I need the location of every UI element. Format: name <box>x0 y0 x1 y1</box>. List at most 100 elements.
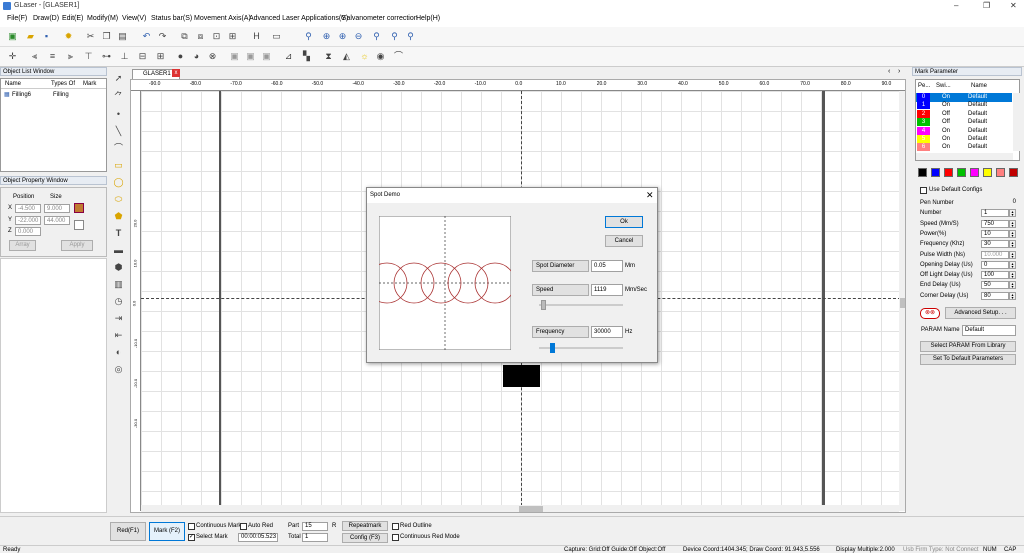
polygon-tool-icon[interactable]: ⬟ <box>112 210 125 223</box>
param-spinner-icon[interactable]: ▴ ▾ <box>1009 219 1016 228</box>
zoom-select-icon[interactable]: ⚲ <box>388 30 401 43</box>
cut-icon[interactable]: ✂ <box>84 30 97 43</box>
move-icon[interactable]: ✛ <box>6 50 19 63</box>
col-pen-name[interactable]: Name <box>971 83 987 89</box>
zoom-out-icon[interactable]: ⊖ <box>352 30 365 43</box>
param-field[interactable]: 750 <box>981 219 1009 228</box>
reset-part-label[interactable]: R <box>332 523 336 529</box>
break-icon[interactable]: ⊞ <box>226 30 239 43</box>
point-tool-icon[interactable]: • <box>112 108 125 121</box>
bitmap-tool-icon[interactable]: ▬ <box>112 244 125 257</box>
total-field[interactable]: 1 <box>302 533 328 542</box>
cancel-button[interactable]: Cancel <box>605 235 643 247</box>
undo-icon[interactable]: ↶ <box>140 30 153 43</box>
line-tool-icon[interactable]: ╲ <box>112 125 125 138</box>
copy-icon[interactable]: ❐ <box>100 30 113 43</box>
red-button[interactable]: Red(F1) <box>110 522 146 541</box>
settings-icon[interactable]: ✹ <box>62 30 75 43</box>
zoom-fit-icon[interactable]: ⚲ <box>370 30 383 43</box>
color-swatch[interactable] <box>996 168 1005 177</box>
open-icon[interactable]: ▰ <box>24 30 37 43</box>
param-field[interactable]: 10.000 <box>981 250 1009 259</box>
menu-edit[interactable]: Edit(E) <box>62 15 83 22</box>
align-left-icon[interactable]: ⫷ <box>28 50 41 63</box>
node-icon[interactable]: ● <box>174 50 187 63</box>
param-field[interactable]: 10 <box>981 229 1009 238</box>
param-spinner-icon[interactable]: ▴ ▾ <box>1009 209 1016 218</box>
delete-node-icon[interactable]: ⊗ <box>206 50 219 63</box>
mark-button[interactable]: Mark (F2) <box>149 522 185 541</box>
measure-icon[interactable]: ⊿ <box>282 50 295 63</box>
frequency-field[interactable]: 30000 <box>591 326 623 338</box>
menu-file[interactable]: File(F) <box>7 15 27 22</box>
menu-view[interactable]: View(V) <box>122 15 146 22</box>
boolean-union-icon[interactable]: ▣ <box>228 50 241 63</box>
array-button[interactable]: Array <box>9 240 36 251</box>
tab-next-icon[interactable]: › <box>898 68 900 75</box>
param-spinner-icon[interactable]: ▴ ▾ <box>1009 271 1016 280</box>
group-icon[interactable]: ⧉ <box>178 30 191 43</box>
param-name-field[interactable]: Default <box>962 325 1016 336</box>
menu-status-bar[interactable]: Status bar(S) <box>151 15 192 22</box>
io-input-icon[interactable]: ⇥ <box>112 312 125 325</box>
continuous-mark-checkbox[interactable] <box>188 523 195 530</box>
param-spinner-icon[interactable]: ▴ ▾ <box>1009 291 1016 300</box>
apply-button[interactable]: Apply <box>61 240 93 251</box>
use-default-checkbox[interactable] <box>920 187 927 194</box>
pen-switch[interactable]: On <box>942 143 950 152</box>
param-field[interactable]: 80 <box>981 291 1009 300</box>
align-center-icon[interactable]: ≡ <box>46 50 59 63</box>
mirror-icon[interactable]: ⧗ <box>322 50 335 63</box>
align-dropdown-icon[interactable]: ▭ <box>270 30 283 43</box>
z-position-field[interactable]: 0.000 <box>15 227 41 236</box>
redo-icon[interactable]: ↷ <box>156 30 169 43</box>
param-field[interactable]: 30 <box>981 240 1009 249</box>
time-tool-icon[interactable]: ◷ <box>112 295 125 308</box>
horizontal-scrollbar[interactable] <box>141 505 899 512</box>
spiral-tool-icon[interactable]: ◎ <box>112 363 125 376</box>
param-spinner-icon[interactable]: ▴ ▾ <box>1009 229 1016 238</box>
menu-movement-axis[interactable]: Movement Axis(A) <box>194 15 251 22</box>
ellipse-tool-icon[interactable]: ⬭ <box>112 193 125 206</box>
color-swatch[interactable] <box>1009 168 1018 177</box>
combine-icon[interactable]: ⊡ <box>210 30 223 43</box>
param-field[interactable]: 100 <box>981 271 1009 280</box>
ok-button[interactable]: Ok <box>605 216 643 228</box>
light-icon[interactable]: ☼ <box>358 50 371 63</box>
same-height-icon[interactable]: ⊞ <box>154 50 167 63</box>
frequency-slider[interactable] <box>539 343 623 353</box>
restore-icon[interactable]: ❐ <box>983 1 990 10</box>
config-button[interactable]: Config (F3) <box>342 533 388 543</box>
speed-slider[interactable] <box>539 300 623 310</box>
lock-icon[interactable] <box>74 203 84 213</box>
pen-link-icon[interactable]: ⊗⊗ <box>920 308 940 319</box>
new-icon[interactable]: ▣ <box>6 30 19 43</box>
col-switch[interactable]: Swi... <box>936 83 951 89</box>
speed-slider-thumb[interactable] <box>541 300 547 310</box>
same-width-icon[interactable]: ⊟ <box>136 50 149 63</box>
color-swatch[interactable] <box>944 168 953 177</box>
node-tool-icon[interactable]: ⺈ <box>112 90 125 103</box>
param-field[interactable]: 0 <box>988 199 1016 207</box>
y-position-field[interactable]: -22.000 <box>15 216 41 225</box>
col-mark[interactable]: Mark <box>83 81 96 87</box>
x-position-field[interactable]: -4.500 <box>15 204 41 213</box>
align-bottom-icon[interactable]: ⊥ <box>118 50 131 63</box>
auto-red-checkbox[interactable] <box>240 523 247 530</box>
param-spinner-icon[interactable]: ▴ ▾ <box>1009 260 1016 269</box>
spot-diameter-field[interactable]: 0.05 <box>591 260 623 272</box>
menu-help[interactable]: Help(H) <box>416 15 440 22</box>
pen-table-hscroll[interactable] <box>916 153 1013 160</box>
filled-object[interactable] <box>503 365 540 387</box>
param-field[interactable]: 1 <box>981 209 1009 218</box>
boolean-intersect-icon[interactable]: ▣ <box>260 50 273 63</box>
red-outline-checkbox[interactable] <box>392 523 399 530</box>
menu-advanced-laser[interactable]: Advanced Laser Applications(Y) <box>249 15 348 22</box>
zoom-in-icon[interactable]: ⊕ <box>320 30 333 43</box>
minimize-icon[interactable]: – <box>954 1 958 10</box>
color-swatch[interactable] <box>983 168 992 177</box>
io-output-icon[interactable]: ⇤ <box>112 329 125 342</box>
param-field[interactable]: 0 <box>981 260 1009 269</box>
anchor-icon[interactable] <box>74 220 84 230</box>
boolean-diff-icon[interactable]: ▣ <box>244 50 257 63</box>
